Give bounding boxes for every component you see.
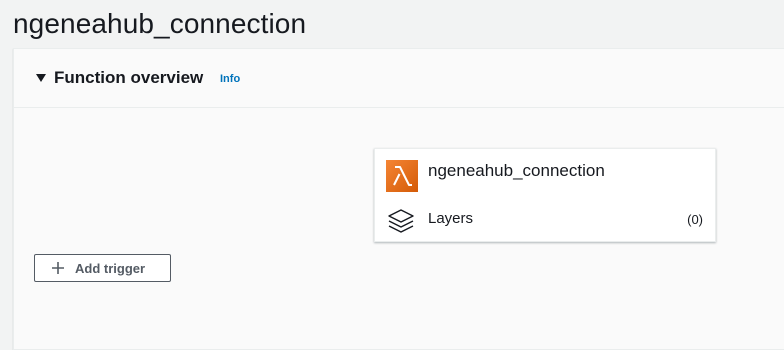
add-trigger-button[interactable]: Add trigger — [34, 254, 171, 282]
layers-icon — [386, 206, 416, 236]
function-overview-title[interactable]: Function overview — [54, 68, 203, 88]
layers-row[interactable]: Layers (0) — [375, 203, 715, 235]
layers-count: (0) — [687, 212, 703, 227]
function-overview-header: Function overview Info — [14, 49, 784, 108]
lambda-icon — [386, 160, 418, 192]
add-trigger-label: Add trigger — [75, 261, 146, 276]
layers-label: Layers — [428, 210, 474, 227]
plus-icon — [51, 261, 65, 275]
page-title: ngeneahub_connection — [13, 8, 307, 39]
function-name[interactable]: ngeneahub_connection — [428, 161, 605, 181]
function-overview-panel: Function overview Info ngeneahub_connect… — [13, 48, 784, 350]
info-link[interactable]: Info — [220, 73, 240, 85]
function-card[interactable]: ngeneahub_connection Layers (0) — [374, 148, 716, 242]
caret-down-icon[interactable] — [36, 74, 46, 82]
